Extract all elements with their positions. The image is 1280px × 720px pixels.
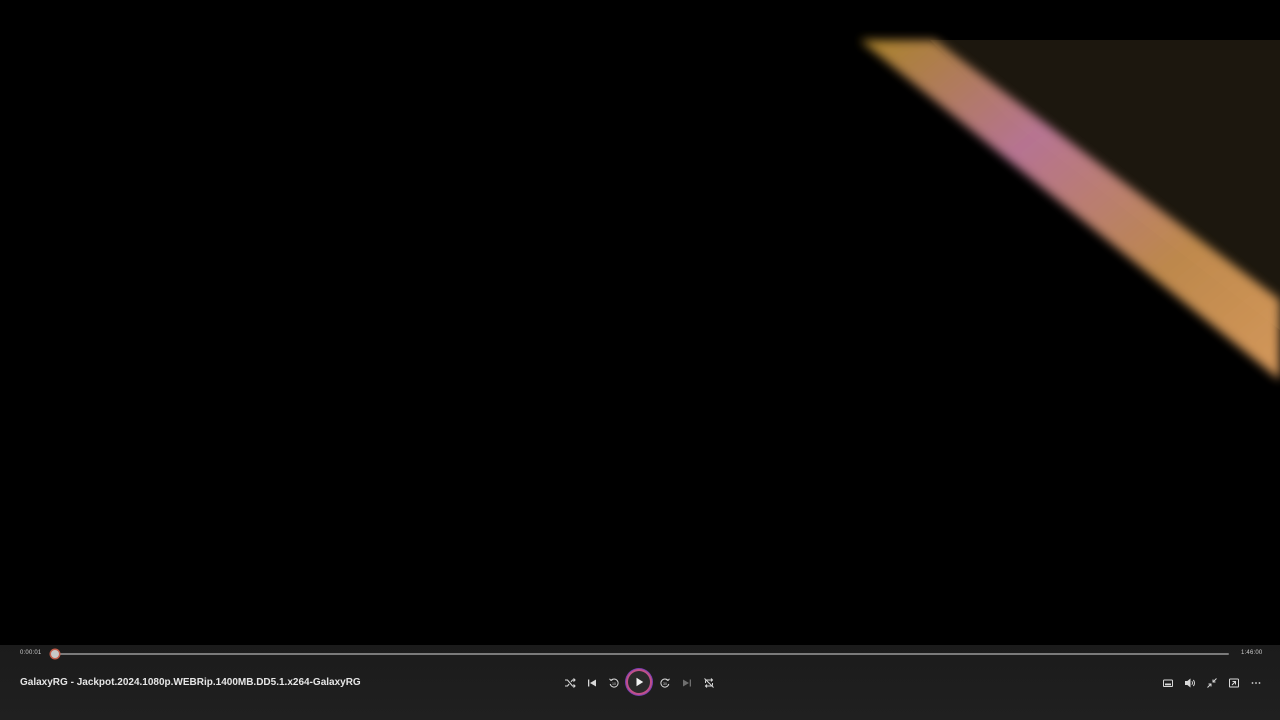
next-icon [683, 679, 691, 687]
volume-icon [1185, 678, 1196, 688]
video-frame [860, 40, 1280, 380]
video-surface[interactable] [0, 0, 1280, 645]
miniplayer-icon [1163, 679, 1173, 687]
play-icon [636, 677, 644, 687]
exit-fullscreen-icon [1207, 678, 1217, 688]
time-elapsed: 0:00:01 [20, 650, 42, 656]
exit-fullscreen-button[interactable] [1203, 674, 1221, 692]
repeat-off-icon [704, 678, 714, 688]
miniplayer-button[interactable] [1159, 674, 1177, 692]
previous-button[interactable] [583, 674, 601, 692]
repeat-button[interactable] [700, 674, 718, 692]
media-player: 0:00:01 1:46:00 GalaxyRG - Jackpot.2024.… [0, 0, 1280, 720]
seek-thumb[interactable] [51, 650, 59, 658]
skip-back-10-icon: 10 [609, 678, 619, 688]
skip-forward-button[interactable]: 30 [656, 674, 674, 692]
play-button[interactable] [628, 671, 650, 693]
cast-button[interactable] [1225, 674, 1243, 692]
more-icon [1251, 682, 1261, 684]
cast-icon [1229, 678, 1239, 688]
next-button[interactable] [678, 674, 696, 692]
seek-bar[interactable] [55, 653, 1229, 655]
shuffle-button[interactable] [561, 674, 579, 692]
svg-text:30: 30 [663, 682, 667, 686]
previous-icon [588, 679, 596, 687]
skip-back-button[interactable]: 10 [605, 674, 623, 692]
media-title: GalaxyRG - Jackpot.2024.1080p.WEBRip.140… [20, 677, 361, 688]
svg-text:10: 10 [612, 682, 616, 686]
shuffle-icon [565, 678, 576, 688]
skip-forward-30-icon: 30 [660, 678, 670, 688]
more-options-button[interactable] [1247, 674, 1265, 692]
volume-button[interactable] [1181, 674, 1199, 692]
time-total: 1:46:00 [1241, 650, 1263, 656]
